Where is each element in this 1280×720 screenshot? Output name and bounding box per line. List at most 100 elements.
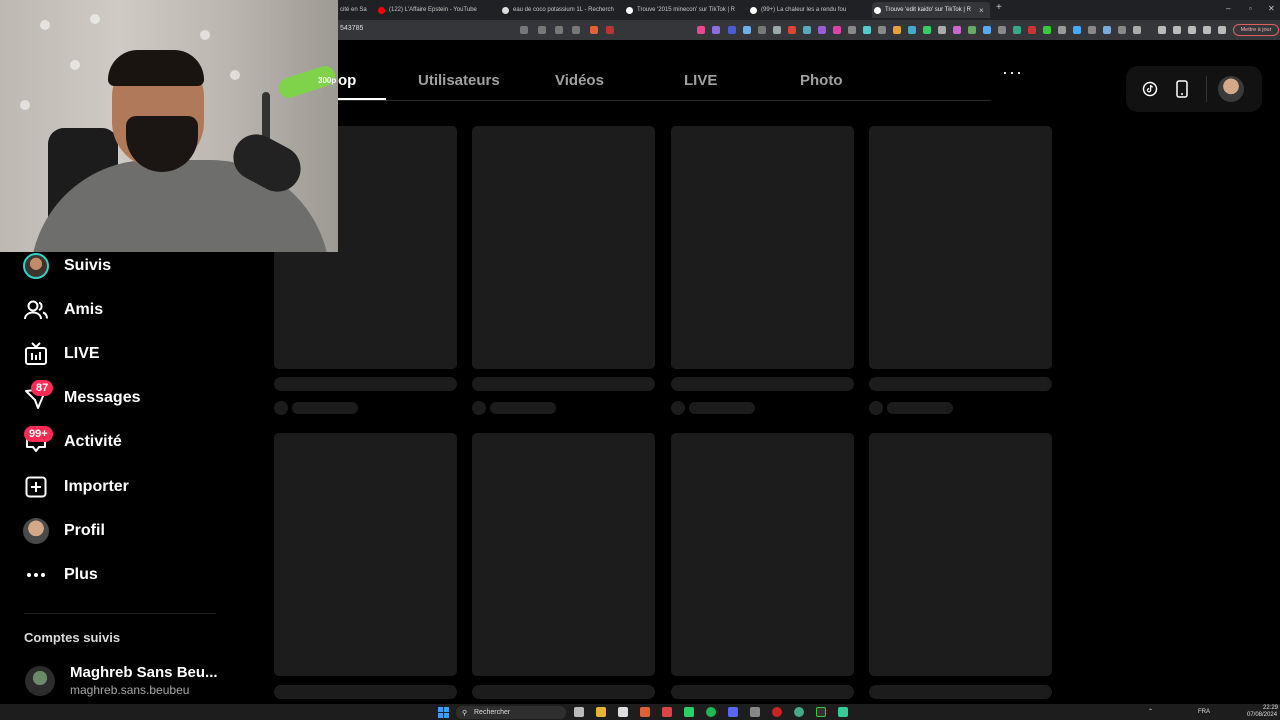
browser-tab[interactable]: eau de coco potassium 1L - Recherch [502,2,620,18]
extension-icon[interactable] [833,26,841,34]
extension-icon[interactable] [1013,26,1021,34]
spotify-icon[interactable] [706,707,716,717]
extension-icon[interactable] [728,26,736,34]
tab-users[interactable]: Utilisateurs [418,72,500,89]
extension-icon[interactable] [1088,26,1096,34]
extension-icon[interactable] [863,26,871,34]
profile-avatar-icon [22,517,50,545]
maximize-icon[interactable]: ▫ [1249,4,1252,13]
task-view-icon[interactable] [574,707,584,717]
extension-icon[interactable] [968,26,976,34]
sidebar-item-activity[interactable]: 99+ Activité [22,426,122,458]
extension-icon[interactable] [712,26,720,34]
translate-icon[interactable] [520,26,528,34]
extension-icon[interactable] [697,26,705,34]
extension-icon[interactable] [983,26,991,34]
followed-account-name[interactable]: Maghreb Sans Beu... [70,664,218,681]
tab-photo[interactable]: Photo [800,72,843,89]
rewards-icon[interactable] [606,26,614,34]
messages-icon: 87 [22,380,54,412]
app-icon[interactable] [662,707,672,717]
close-window-icon[interactable]: ✕ [1268,4,1275,13]
url-field[interactable]: 543785 [340,25,363,32]
sidebar-item-more[interactable]: Plus [22,559,98,591]
get-app-icon[interactable] [1173,80,1191,98]
update-button[interactable]: Mettre à jour [1233,24,1279,36]
share-icon[interactable] [572,26,580,34]
extension-icon[interactable] [953,26,961,34]
extension-icon[interactable] [818,26,826,34]
extension-icon[interactable] [803,26,811,34]
sidebar-item-live[interactable]: LIVE [22,338,100,370]
new-tab-button[interactable]: + [996,2,1002,13]
sidebar-item-upload[interactable]: Importer [22,471,129,503]
windows-start-icon[interactable] [438,707,449,718]
caption-skeleton [274,377,457,391]
app-icon[interactable] [684,707,694,717]
activity-icon: 99+ [22,426,53,456]
leo-icon[interactable] [1203,26,1211,34]
media-icon[interactable] [1158,26,1166,34]
extension-icon[interactable] [1103,26,1111,34]
brave-icon[interactable] [640,707,650,717]
extension-icon[interactable] [938,26,946,34]
clock-date[interactable]: 07/08/2024 [1247,712,1277,718]
file-explorer-icon[interactable] [596,707,606,717]
sidebar-item-following[interactable]: Suivis [22,250,111,282]
browser-tab[interactable]: (122) L'Affaire Epstein - YouTube [378,2,496,18]
tabs-divider [338,100,991,101]
chrome-icon[interactable] [794,707,804,717]
vpn-icon[interactable] [1218,26,1226,34]
brave-shield-icon[interactable] [590,26,598,34]
language-indicator[interactable]: FRA [1198,709,1210,715]
tab-icon[interactable] [1188,26,1196,34]
opera-icon[interactable] [772,707,782,717]
extension-icon[interactable] [893,26,901,34]
extension-icon[interactable] [998,26,1006,34]
extension-icon[interactable] [923,26,931,34]
browser-tab[interactable]: (99+) La chaleur les a rendu fou [750,2,868,18]
browser-tab-active[interactable]: Trouve 'edit kaido' sur TikTok | R × [872,2,990,18]
tab-videos[interactable]: Vidéos [555,72,604,89]
video-card-skeleton [671,126,854,369]
browser-tab[interactable]: Trouve '2015 minecon' sur TikTok | R [626,2,744,18]
extension-icon[interactable] [1133,26,1141,34]
minimize-icon[interactable]: – [1226,4,1230,13]
discord-icon[interactable] [728,707,738,717]
extension-icon[interactable] [1073,26,1081,34]
extension-icon[interactable] [788,26,796,34]
open-external-icon[interactable] [538,26,546,34]
sidebar-icon[interactable] [1173,26,1181,34]
tab-top[interactable]: op [338,72,356,89]
browser-tab[interactable]: cité en Sa [340,2,372,18]
extension-icon[interactable] [848,26,856,34]
zoom-icon[interactable] [555,26,563,34]
more-options-icon[interactable]: ··· [1002,62,1023,83]
extension-icon[interactable] [743,26,751,34]
sidebar-item-profile[interactable]: Profil [22,515,105,547]
store-icon[interactable] [618,707,628,717]
sidebar-item-friends[interactable]: Amis [22,294,103,326]
tray-chevron-icon[interactable]: ⌃ [1148,708,1153,715]
obs-icon[interactable] [816,707,826,717]
extension-icon[interactable] [1118,26,1126,34]
app-icon[interactable] [750,707,760,717]
clock-time[interactable]: 22:29 [1263,705,1278,711]
profile-avatar[interactable] [1218,76,1244,102]
extension-icon[interactable] [908,26,916,34]
extension-icon[interactable] [878,26,886,34]
app-icon[interactable] [838,707,848,717]
tiktok-studio-icon[interactable] [1141,80,1159,98]
close-tab-icon[interactable]: × [979,6,984,15]
extension-icon[interactable] [1028,26,1036,34]
tab-live[interactable]: LIVE [684,72,717,89]
extension-icon[interactable] [773,26,781,34]
extension-icon[interactable] [758,26,766,34]
sidebar-divider [24,613,216,614]
taskbar-search[interactable]: ⚲ Rechercher [456,706,566,719]
followed-account-avatar[interactable] [25,666,55,696]
extension-icon[interactable] [1058,26,1066,34]
sidebar-item-label: Suivis [64,257,112,274]
sidebar-item-messages[interactable]: 87 Messages [22,380,141,414]
extension-icon[interactable] [1043,26,1051,34]
